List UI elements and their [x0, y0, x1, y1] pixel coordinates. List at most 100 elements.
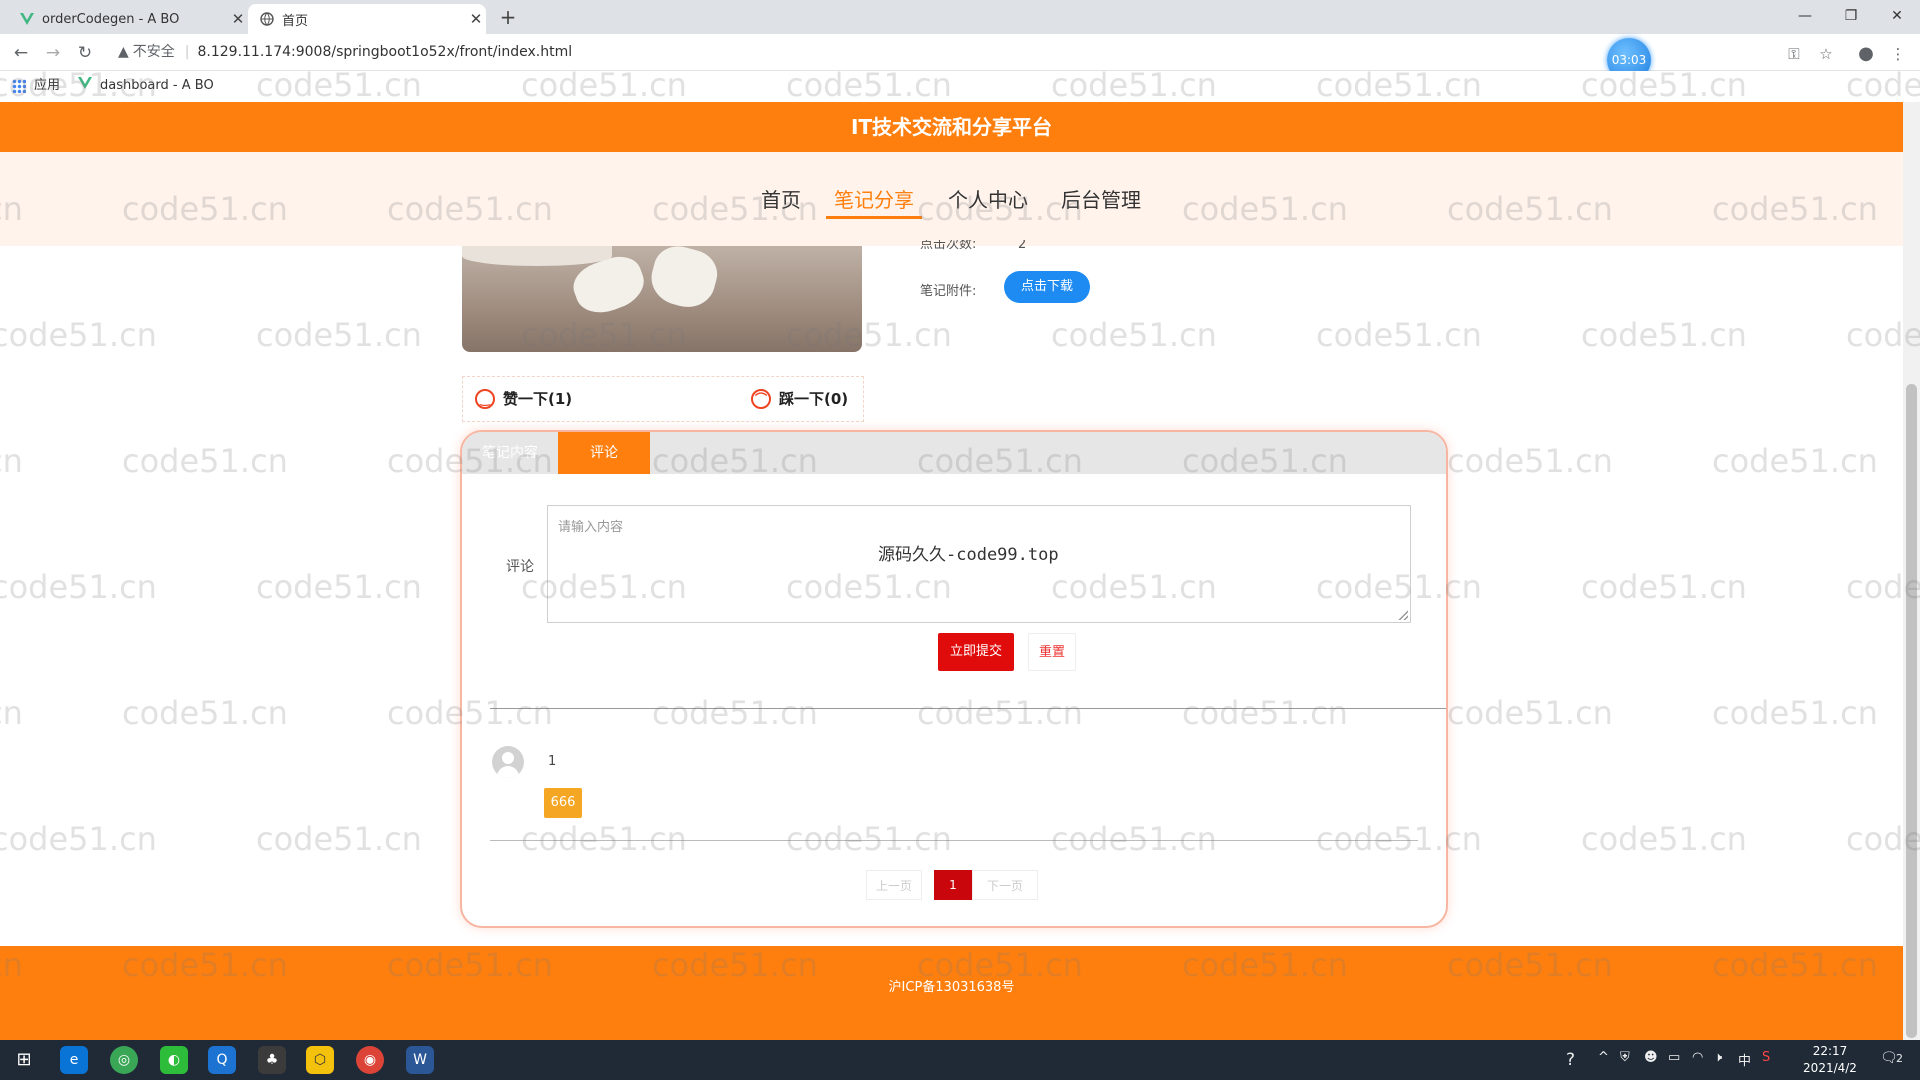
system-clock[interactable]: 22:17 2021/4/2 [1790, 1043, 1870, 1077]
clock-time: 22:17 [1812, 1044, 1848, 1058]
reset-button[interactable]: 重置 [1028, 633, 1076, 671]
watermark-text: code51.cn [0, 568, 157, 606]
bookmark-apps[interactable]: 应用 [12, 77, 60, 95]
restore-icon[interactable]: ❐ [1828, 4, 1874, 28]
nav-home[interactable]: 首页 [761, 184, 801, 216]
close-tab-icon[interactable]: ✕ [228, 10, 248, 28]
like-button[interactable]: ‿ 赞一下(1) [475, 387, 572, 411]
back-icon[interactable]: ← [8, 40, 34, 66]
watermark-text: code51.cn [0, 316, 157, 354]
scrollbar-thumb[interactable] [1906, 384, 1917, 1038]
bookmark-dashboard[interactable]: dashboard - A BO [78, 77, 214, 95]
new-tab-button[interactable]: + [496, 6, 520, 30]
vue-logo-icon [78, 77, 92, 95]
star-icon[interactable]: ☆ [1814, 42, 1838, 66]
chrome-icon[interactable]: ◉ [356, 1046, 384, 1074]
battery-icon[interactable]: ▭ [1668, 1050, 1680, 1065]
chevron-up-icon[interactable]: ^ [1598, 1050, 1609, 1065]
avatar [492, 746, 524, 778]
shield-icon[interactable]: ⛨ [1620, 1050, 1630, 1065]
ie-green-icon[interactable]: ◎ [110, 1046, 138, 1074]
nav-profile[interactable]: 个人中心 [948, 184, 1028, 216]
watermark-text: 源码久久-code99.top [878, 545, 1059, 565]
wifi-icon[interactable]: ◠ [1692, 1050, 1703, 1065]
help-icon[interactable]: ? [1566, 1050, 1575, 1070]
tab-note-content[interactable]: 笔记内容 [462, 432, 558, 474]
tab-comments[interactable]: 评论 [558, 432, 650, 474]
nav-admin[interactable]: 后台管理 [1061, 184, 1141, 216]
windows-start-icon[interactable]: ⊞ [10, 1046, 38, 1074]
minimize-icon[interactable]: — [1782, 4, 1828, 28]
url-text: 8.129.11.174:9008/springboot1o52x/front/… [197, 44, 573, 60]
app-icon[interactable]: ♣ [258, 1046, 286, 1074]
clicks-label: 点击次数: [920, 240, 977, 252]
watermark-text: code51.cn [1712, 694, 1878, 732]
sketch-icon[interactable]: ⬡ [306, 1046, 334, 1074]
watermark-text: code51.cn [256, 820, 422, 858]
watermark-text: code51.cn [0, 694, 23, 732]
tab-title: orderCodegen - A BO [42, 11, 180, 27]
content-tabs-panel: 笔记内容 评论 评论 请输入内容 源码久久-code99.top 立即提交 重置… [460, 430, 1448, 928]
current-page[interactable]: 1 [934, 870, 972, 900]
volume-muted-icon[interactable]: 🕨 [1714, 1050, 1722, 1065]
reload-icon[interactable]: ↻ [72, 40, 98, 66]
forward-icon[interactable]: → [40, 40, 66, 66]
icp-text: 沪ICP备13031638号 [888, 980, 1015, 995]
like-label: 赞一下(1) [503, 390, 573, 408]
wechat-icon[interactable]: ◐ [160, 1046, 188, 1074]
menu-dots-icon[interactable]: ⋮ [1886, 42, 1910, 66]
submit-button[interactable]: 立即提交 [938, 633, 1014, 671]
qq-icon[interactable]: ☻ [1644, 1050, 1658, 1065]
ime-indicator[interactable]: 中 [1738, 1050, 1751, 1069]
attachment-label: 笔记附件: [920, 284, 977, 299]
site-footer: 沪ICP备13031638号 [0, 946, 1903, 1040]
watermark-text: code51.cn [256, 568, 422, 606]
download-button[interactable]: 点击下载 [1004, 271, 1090, 303]
apps-grid-icon [12, 79, 26, 93]
watermark-text: code51.cn [0, 442, 23, 480]
watermark-text: code51.cn [0, 820, 157, 858]
close-window-icon[interactable]: ✕ [1874, 4, 1920, 28]
comment-field-label: 评论 [506, 559, 534, 575]
comment-textarea[interactable]: 请输入内容 源码久久-code99.top [547, 505, 1411, 623]
prev-page-button[interactable]: 上一页 [866, 870, 922, 900]
browser-tab-bar: orderCodegen - A BO ✕ 首页 ✕ + — ❐ ✕ [0, 0, 1920, 34]
browser-tab-ordercodegen[interactable]: orderCodegen - A BO ✕ [8, 4, 248, 34]
watermark-text: code51.cn [1051, 316, 1217, 354]
watermark-text: code51.cn [1447, 694, 1613, 732]
profile-icon[interactable]: ● [1854, 42, 1878, 66]
edge-icon[interactable]: e [60, 1046, 88, 1074]
browser-tab-home[interactable]: 首页 ✕ [248, 4, 486, 34]
windows-taskbar: ⊞ e ◎ ◐ Q ♣ ⬡ ◉ W ? ^ ⛨ ☻ ▭ ◠ 🕨 中 S 22:1… [0, 1040, 1920, 1080]
vue-logo-icon [20, 12, 34, 26]
warning-icon: ▲ [118, 44, 129, 60]
watermark-text: code51.cn [1581, 568, 1747, 606]
key-icon[interactable]: ⚿ [1782, 42, 1806, 66]
comment-content: 666 [544, 788, 582, 818]
bookmark-label: 应用 [34, 78, 61, 93]
clicks-value: 2 [1018, 240, 1027, 252]
notification-count: 2 [1896, 1052, 1903, 1065]
watermark-text: code51.cn [1581, 820, 1747, 858]
nav-notes[interactable]: 笔记分享 [826, 184, 922, 219]
search-app-icon[interactable]: Q [208, 1046, 236, 1074]
sogou-icon[interactable]: S [1762, 1050, 1770, 1065]
divider [490, 708, 1446, 709]
word-icon[interactable]: W [406, 1046, 434, 1074]
watermark-text: code51.cn [256, 316, 422, 354]
close-tab-icon[interactable]: ✕ [466, 10, 486, 28]
vote-bar: ‿ 赞一下(1) ⌒ 踩一下(0) [462, 376, 864, 422]
globe-icon [260, 12, 274, 26]
site-title-bar: IT技术交流和分享平台 [0, 102, 1903, 152]
resize-handle-icon[interactable] [1398, 610, 1408, 620]
tab-title: 首页 [282, 13, 309, 29]
site-title: IT技术交流和分享平台 [850, 115, 1053, 139]
watermark-text: code51.cn [1712, 442, 1878, 480]
tab-strip: 笔记内容 评论 [462, 432, 1446, 474]
url-field[interactable]: ▲ 不安全 | 8.129.11.174:9008/springboot1o52… [118, 42, 572, 62]
security-label: 不安全 [132, 44, 175, 60]
comment-username: 1 [548, 754, 557, 769]
note-cover-image [462, 246, 862, 352]
next-page-button[interactable]: 下一页 [972, 870, 1038, 900]
dislike-button[interactable]: ⌒ 踩一下(0) [751, 387, 848, 411]
